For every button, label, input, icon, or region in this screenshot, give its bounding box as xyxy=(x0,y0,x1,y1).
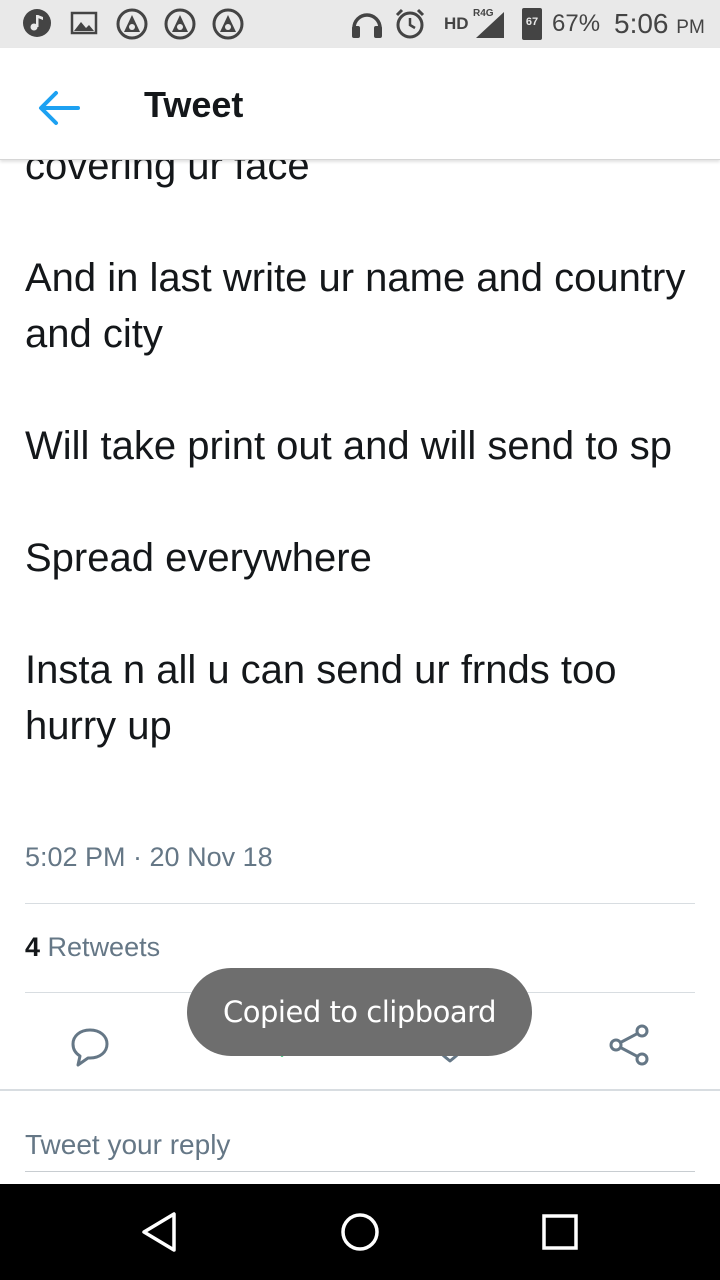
tweet-paragraph: Insta n all u can send ur frnds too hurr… xyxy=(25,648,617,748)
share-icon xyxy=(609,1024,649,1066)
arrow-left-icon xyxy=(39,91,80,125)
tweet-detail: covering ur face And in last write ur na… xyxy=(0,160,720,1184)
back-triangle-icon xyxy=(142,1212,176,1252)
navigation-bar xyxy=(0,1184,720,1280)
alarm-icon xyxy=(395,8,425,39)
battery-icon: 67 xyxy=(522,8,542,40)
network-label: HD xyxy=(444,14,469,33)
nav-home-button[interactable] xyxy=(338,1210,382,1254)
reply-input[interactable] xyxy=(25,1118,695,1172)
status-bar: HD R4G 67 67% 5:06 PM xyxy=(0,0,720,48)
recents-square-icon xyxy=(542,1214,578,1250)
tweet-text[interactable]: covering ur face And in last write ur na… xyxy=(25,160,705,754)
tweet-paragraph: Will take print out and will send to sp xyxy=(25,424,672,468)
app-notification-icon xyxy=(116,8,148,40)
tweet-paragraph: covering ur face xyxy=(25,160,310,188)
app-notification-icon xyxy=(212,8,244,40)
battery-level-label: 67 xyxy=(525,16,539,28)
divider xyxy=(0,1089,720,1091)
tweet-paragraph: Spread everywhere xyxy=(25,536,372,580)
home-circle-icon xyxy=(341,1213,379,1251)
tweet-paragraph: And in last write ur name and country an… xyxy=(25,256,686,356)
image-icon xyxy=(70,11,98,35)
clock: 5:06 PM xyxy=(614,8,705,40)
clock-time: 5:06 xyxy=(614,8,669,39)
back-button[interactable] xyxy=(28,78,88,138)
headset-icon xyxy=(352,13,382,38)
music-icon xyxy=(23,9,51,37)
retweet-count-label: Retweets xyxy=(47,932,161,962)
nav-back-button[interactable] xyxy=(138,1210,182,1254)
toast-message: Copied to clipboard xyxy=(187,968,532,1056)
signal-icon xyxy=(476,12,504,38)
app-notification-icon xyxy=(164,8,196,40)
app-bar: Tweet xyxy=(0,48,720,160)
tweet-timestamp: 5:02 PM · 20 Nov 18 xyxy=(25,842,273,872)
retweets-count[interactable]: 4 Retweets xyxy=(25,932,160,963)
retweet-count-number: 4 xyxy=(25,932,41,962)
nav-recents-button[interactable] xyxy=(538,1210,582,1254)
reply-button[interactable] xyxy=(62,1016,118,1072)
divider xyxy=(25,903,695,904)
clock-suffix: PM xyxy=(676,17,705,38)
battery-percent: 67% xyxy=(552,10,601,37)
share-button[interactable] xyxy=(602,1016,658,1072)
page-title: Tweet xyxy=(144,84,244,125)
reply-icon xyxy=(71,1028,109,1067)
